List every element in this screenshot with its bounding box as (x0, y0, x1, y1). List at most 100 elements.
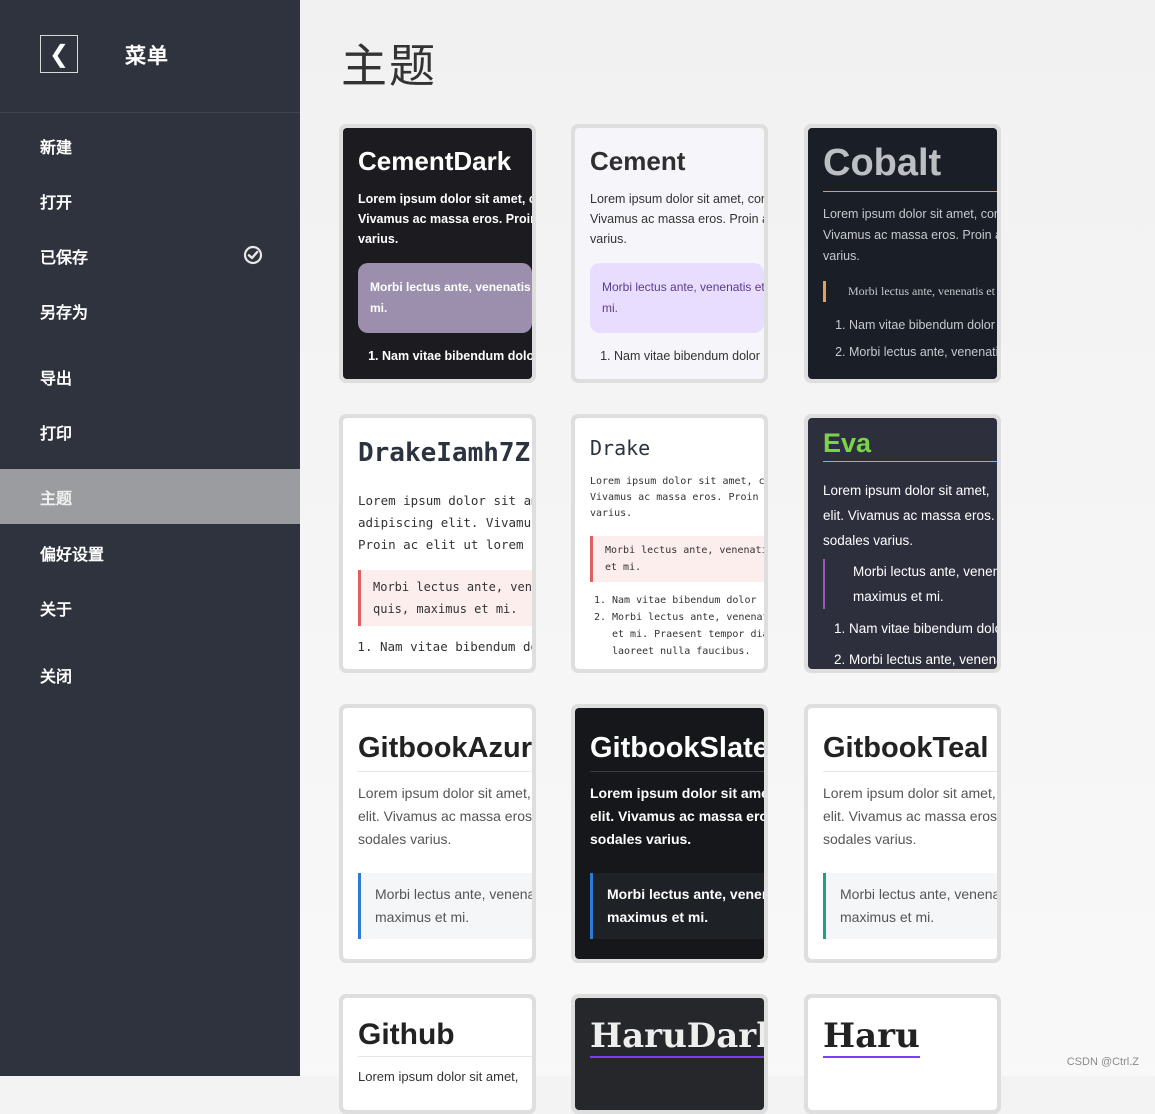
preview-line: mi. (370, 301, 388, 315)
theme-card-cementdark[interactable]: CementDark Lorem ipsum dolor sit amet, c… (339, 124, 536, 383)
list-item: Nam vitae bibendum dolor (612, 592, 764, 609)
theme-card-haru[interactable]: Haru (804, 994, 1001, 1114)
theme-card-cement[interactable]: Cement Lorem ipsum dolor sit amet, conse… (571, 124, 768, 383)
theme-preview: Drake Lorem ipsum dolor sit amet, consec… (575, 418, 764, 669)
menu-item-themes[interactable]: 主题 (0, 469, 300, 524)
theme-name: Github (358, 1018, 532, 1057)
preview-blockquote: Morbi lectus ante, venenatis maximus et … (590, 873, 764, 939)
menu-item-label: 另存为 (40, 304, 89, 322)
theme-name: DrakeIamh7Z (358, 438, 531, 468)
theme-card-cobalt[interactable]: Cobalt Lorem ipsum dolor sit amet, conse… (804, 124, 1001, 383)
preview-line: maximus et mi. (607, 909, 709, 925)
menu-item-close[interactable]: 关闭 (0, 647, 300, 702)
preview-line: Lorem ipsum dolor sit amet, (590, 785, 764, 801)
preview-line: Lorem ipsum dolor sit amet, consectetur (358, 192, 532, 206)
menu-item-label: 已保存 (40, 249, 89, 267)
theme-card-gitbookslate[interactable]: GitbookSlate Lorem ipsum dolor sit amet,… (571, 704, 768, 963)
preview-line: et mi. (605, 562, 642, 573)
theme-name: Haru (823, 1016, 920, 1058)
preview-paragraph: Lorem ipsum dolor sit amet, consectetur … (358, 189, 532, 249)
theme-card-drakeiamh7z[interactable]: DrakeIamh7Z Lorem ipsum dolor sit amet, … (339, 414, 536, 673)
preview-list: Nam vitae bibendum dolor Morbi lectus an… (823, 613, 997, 669)
preview-line: mi. (602, 301, 618, 315)
theme-card-harudark[interactable]: HaruDark (571, 994, 768, 1114)
menu-item-label: 打开 (40, 194, 73, 212)
theme-card-drake[interactable]: Drake Lorem ipsum dolor sit amet, consec… (571, 414, 768, 673)
preview-line: Lorem ipsum dolor sit amet, consectetur (823, 207, 997, 221)
theme-name: GitbookAzure (358, 732, 532, 772)
theme-preview: GitbookSlate Lorem ipsum dolor sit amet,… (575, 708, 764, 959)
preview-line: Morbi lectus ante, venenatis et (848, 284, 995, 298)
theme-card-gitbookazure[interactable]: GitbookAzure Lorem ipsum dolor sit amet,… (339, 704, 536, 963)
preview-line: Vivamus ac massa eros. Proin ac elit (823, 228, 997, 242)
preview-line: varius. (358, 232, 399, 246)
preview-line: et mi. Praesent tempor diam (612, 629, 764, 640)
list-item: Nam vitae bibendum dolor (380, 636, 532, 658)
preview-paragraph: Lorem ipsum dolor sit amet, consectetur … (590, 474, 764, 522)
menu-item-open[interactable]: 打开 (0, 173, 300, 228)
preview-line: Vivamus ac massa eros. Proin ac elit (590, 212, 764, 226)
menu-item-label: 打印 (40, 425, 73, 443)
menu-item-print[interactable]: 打印 (0, 404, 300, 459)
theme-name: Cobalt (823, 142, 997, 192)
theme-name: Drake (590, 436, 651, 460)
preview-paragraph: Lorem ipsum dolor sit amet, adipiscing e… (358, 490, 532, 556)
back-button[interactable]: ❮ (40, 35, 78, 73)
preview-line: Morbi lectus ante, venenatis (853, 564, 997, 579)
theme-preview: Haru (808, 998, 997, 1110)
list-item: Morbi lectus ante, venenatis et mi. Prae… (612, 609, 764, 660)
preview-paragraph: Lorem ipsum dolor sit amet, elit. Vivamu… (358, 782, 532, 851)
menu-item-label: 主题 (40, 490, 73, 508)
preview-line: Lorem ipsum dolor sit amet, (823, 483, 990, 498)
preview-blockquote: Morbi lectus ante, venenatis et (823, 281, 997, 302)
preview-line: maximus et mi. (375, 909, 470, 925)
preview-line: Lorem ipsum dolor sit amet, (823, 785, 996, 801)
theme-name: Eva (823, 428, 997, 462)
page-title: 主题 (341, 40, 437, 92)
preview-line: Lorem ipsum dolor sit amet, (358, 785, 531, 801)
theme-card-github[interactable]: Github Lorem ipsum dolor sit amet, (339, 994, 536, 1114)
list-item: Nam vitae bibendum dolor (849, 312, 997, 339)
preview-line: laoreet nulla faucibus. (612, 646, 751, 657)
preview-line: Vivamus ac massa eros. Proin ac elit (358, 212, 532, 226)
sidebar-header: ❮ 菜单 (0, 0, 300, 113)
menu-item-export[interactable]: 导出 (0, 349, 300, 404)
theme-card-eva[interactable]: Eva Lorem ipsum dolor sit amet, elit. Vi… (804, 414, 1001, 673)
theme-preview: Github Lorem ipsum dolor sit amet, (343, 998, 532, 1110)
preview-line: Lorem ipsum dolor sit amet, consectetur (590, 192, 764, 206)
preview-line: Morbi lectus ante, venenatis (375, 886, 532, 902)
preview-line: sodales varius. (358, 831, 452, 847)
preview-list: Nam vitae bibendum dolor (358, 636, 532, 658)
menu-item-save-as[interactable]: 另存为 (0, 283, 300, 338)
preview-line: Morbi lectus ante, venenatis (840, 886, 997, 902)
menu-item-label: 导出 (40, 370, 73, 388)
preview-blockquote: Morbi lectus ante, venenatis maximus et … (823, 559, 997, 609)
list-item: Nam vitae bibendum dolor (849, 613, 997, 644)
theme-preview: Cobalt Lorem ipsum dolor sit amet, conse… (808, 128, 997, 379)
preview-blockquote: Morbi lectus ante, venenatis maximus et … (823, 873, 997, 939)
menu-item-new[interactable]: 新建 (0, 118, 300, 173)
preview-line: elit. Vivamus ac massa eros. (590, 808, 764, 824)
watermark: CSDN @Ctrl.Z (1066, 1056, 1139, 1068)
theme-preview: Eva Lorem ipsum dolor sit amet, elit. Vi… (808, 418, 997, 669)
theme-card-gitbookteal[interactable]: GitbookTeal Lorem ipsum dolor sit amet, … (804, 704, 1001, 963)
preview-line: quis, maximus et mi. (373, 602, 518, 616)
preview-line: elit. Vivamus ac massa eros. (358, 808, 532, 824)
themes-panel: 主题 CementDark Lorem ipsum dolor sit amet… (300, 0, 1155, 1114)
menu-item-saved[interactable]: 已保存 (0, 228, 300, 283)
preview-line: Morbi lectus ante, venenatis (612, 612, 764, 623)
menu-item-about[interactable]: 关于 (0, 580, 300, 635)
preview-blockquote: Morbi lectus ante, venenatis maximus et … (358, 873, 532, 939)
preview-list: Nam vitae bibendum dolor Morbi lectus an… (823, 312, 997, 366)
preview-line: sodales varius. (823, 533, 914, 548)
preview-line: Morbi lectus ante, venenatis et (605, 545, 764, 556)
theme-name: GitbookSlate (590, 732, 764, 772)
theme-preview: DrakeIamh7Z Lorem ipsum dolor sit amet, … (343, 418, 532, 669)
preview-line: Lorem ipsum dolor sit amet, consectetur (590, 476, 764, 487)
menu-item-preferences[interactable]: 偏好设置 (0, 525, 300, 580)
list-item: Nam vitae bibendum dolor (614, 343, 764, 369)
theme-preview: HaruDark (575, 998, 764, 1110)
preview-line: elit. Vivamus ac massa eros. (823, 508, 995, 523)
theme-name: GitbookTeal (823, 732, 997, 772)
sidebar-title: 菜单 (125, 45, 169, 68)
